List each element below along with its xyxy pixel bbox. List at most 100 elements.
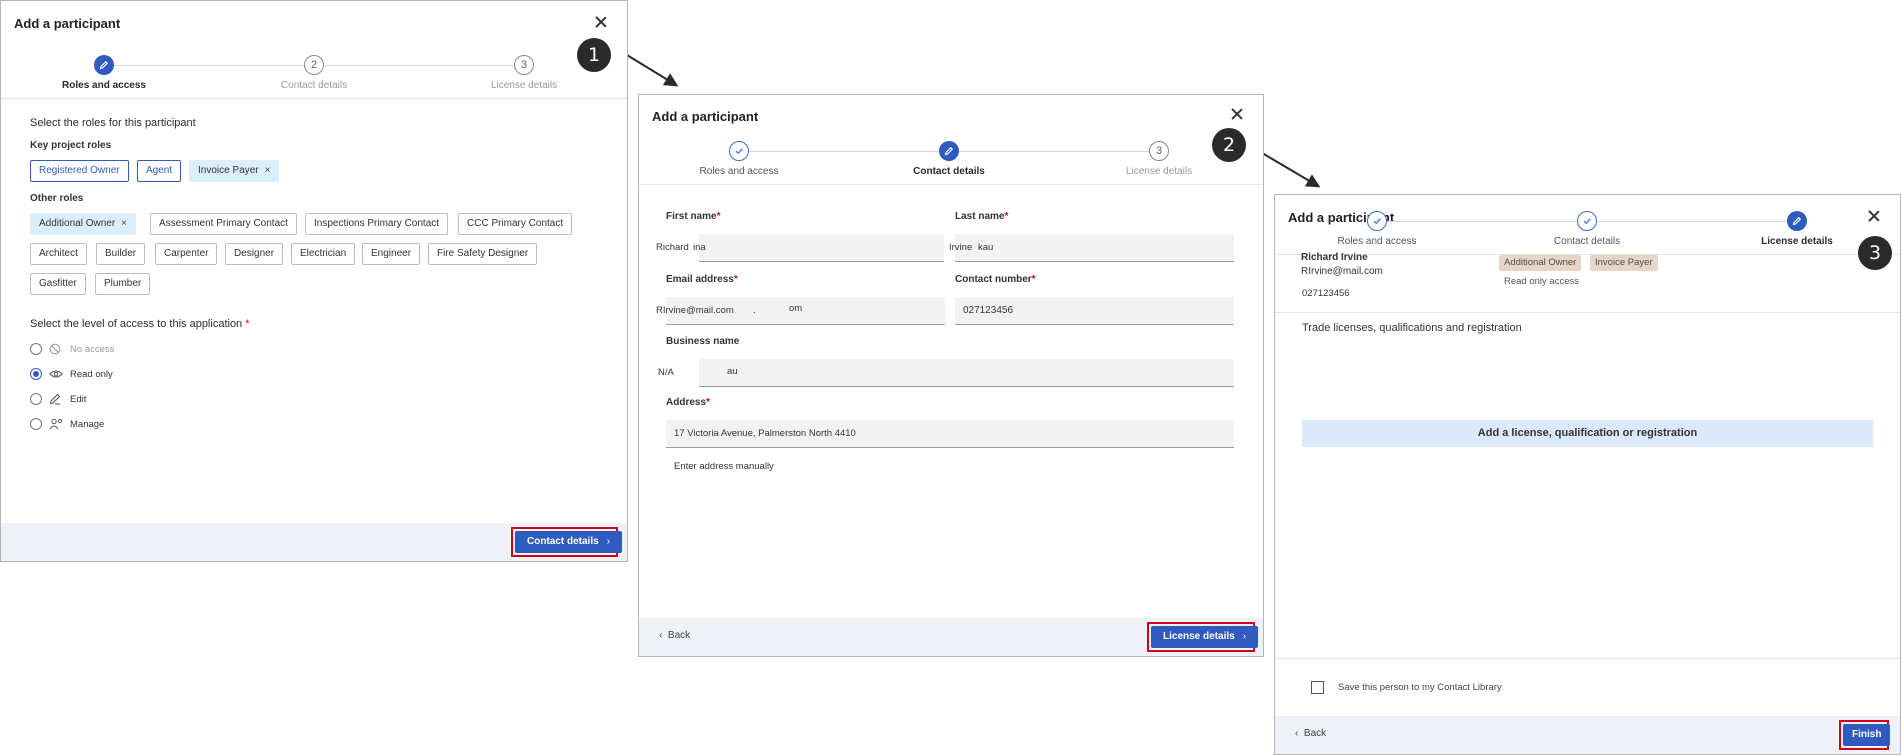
chip-label: Plumber xyxy=(104,278,142,289)
access-prompt-text: Select the level of access to this appli… xyxy=(30,318,243,330)
business-name-field[interactable] xyxy=(699,359,1234,387)
button-label: Contact details xyxy=(527,536,599,547)
radio-button[interactable] xyxy=(30,418,42,430)
dialog-title: Add a participant xyxy=(652,109,759,124)
check-icon xyxy=(729,141,749,161)
role-chip-additional-owner[interactable]: Additional Owner × xyxy=(30,213,136,235)
step-label: Contact details xyxy=(280,80,348,91)
step-license-details[interactable]: 3 License details xyxy=(449,55,599,91)
business-name-overflow-text: au xyxy=(727,366,738,377)
required-mark: * xyxy=(1031,274,1036,285)
chip-label: Invoice Payer xyxy=(198,165,259,176)
access-option-read-only[interactable]: Read only xyxy=(30,366,113,382)
role-chip-electrician[interactable]: Electrician xyxy=(291,243,356,265)
role-chip-carpenter[interactable]: Carpenter xyxy=(155,243,218,265)
role-chip-plumber[interactable]: Plumber xyxy=(95,273,151,295)
contact-details-button[interactable]: Contact details › xyxy=(515,531,623,553)
chip-label: Architect xyxy=(39,248,78,259)
pencil-icon xyxy=(94,55,114,75)
role-chip-engineer[interactable]: Engineer xyxy=(362,243,421,265)
back-button[interactable]: ‹ Back xyxy=(1295,728,1326,739)
access-label: Read only xyxy=(70,368,113,380)
radio-button[interactable] xyxy=(30,393,42,405)
role-chip-assessment-primary-contact[interactable]: Assessment Primary Contact xyxy=(150,213,297,235)
required-mark: * xyxy=(706,397,710,408)
access-option-no-access[interactable]: No access xyxy=(30,341,114,357)
role-chip-ccc-primary-contact[interactable]: CCC Primary Contact xyxy=(458,213,573,235)
business-name-label: Business name xyxy=(666,336,740,347)
label-text: Address xyxy=(666,397,707,408)
chip-label: Inspections Primary Contact xyxy=(314,218,440,229)
step-license-details[interactable]: License details xyxy=(1722,211,1872,247)
role-chip-gasfitter[interactable]: Gasfitter xyxy=(30,273,86,295)
pencil-icon xyxy=(1787,211,1807,231)
check-icon xyxy=(1577,211,1597,231)
step-badge-3: 3 xyxy=(1858,236,1892,270)
chip-label: Gasfitter xyxy=(39,278,77,289)
chevron-right-icon: › xyxy=(1242,631,1247,642)
dialog-contact-details: Add a participant Roles and access Conta… xyxy=(638,94,1264,657)
role-chip-architect[interactable]: Architect xyxy=(30,243,87,265)
dialog-title: Add a participant xyxy=(14,16,121,31)
save-contact-checkbox[interactable] xyxy=(1311,681,1324,694)
dialog-footer: Contact details › xyxy=(1,523,627,561)
chevron-left-icon: ‹ xyxy=(659,630,663,641)
finish-button[interactable]: Finish xyxy=(1843,724,1891,746)
back-button[interactable]: ‹ Back xyxy=(659,630,690,641)
close-icon[interactable] xyxy=(593,14,609,30)
label-text: Email address xyxy=(666,274,734,285)
address-field[interactable]: 17 Victoria Avenue, Palmerston North 441… xyxy=(666,420,1234,448)
role-tag: Invoice Payer xyxy=(1590,255,1658,271)
role-chip-fire-safety-designer[interactable]: Fire Safety Designer xyxy=(428,243,538,265)
last-name-field[interactable] xyxy=(955,234,1234,262)
role-chip-registered-owner[interactable]: Registered Owner xyxy=(30,160,129,182)
step-badge-1: 1 xyxy=(577,38,611,72)
step-roles-and-access[interactable]: Roles and access xyxy=(29,55,179,91)
chip-label: Builder xyxy=(105,248,137,259)
save-contact-label: Save this person to my Contact Library xyxy=(1338,682,1502,693)
key-roles-heading: Key project roles xyxy=(30,140,112,151)
step-number: 3 xyxy=(514,55,534,75)
role-chip-builder[interactable]: Builder xyxy=(96,243,146,265)
remove-icon[interactable]: × xyxy=(121,218,127,229)
role-chip-designer[interactable]: Designer xyxy=(225,243,284,265)
role-chip-inspections-primary-contact[interactable]: Inspections Primary Contact xyxy=(305,213,449,235)
step-label: Roles and access xyxy=(1337,236,1417,247)
last-name-overflow-text: kau xyxy=(978,242,994,253)
access-prompt: Select the level of access to this appli… xyxy=(30,318,250,330)
first-name-field[interactable] xyxy=(699,234,944,262)
contact-number-field[interactable]: 027123456 xyxy=(955,297,1234,325)
radio-button[interactable] xyxy=(30,343,42,355)
step-roles-and-access[interactable]: Roles and access xyxy=(1302,211,1452,247)
enter-address-manually-link[interactable]: Enter address manually xyxy=(674,461,774,472)
access-level: Read only access xyxy=(1504,276,1579,287)
add-license-button[interactable]: Add a license, qualification or registra… xyxy=(1302,420,1873,447)
radio-button[interactable] xyxy=(30,368,42,380)
license-details-button[interactable]: License details › xyxy=(1151,626,1259,648)
step-contact-details[interactable]: 2 Contact details xyxy=(239,55,389,91)
step-number: 2 xyxy=(304,55,324,75)
step-label: License details xyxy=(1125,166,1193,177)
chip-label: Assessment Primary Contact xyxy=(159,218,288,229)
chip-label: Carpenter xyxy=(164,248,209,259)
role-chip-invoice-payer[interactable]: Invoice Payer × xyxy=(189,160,280,182)
access-option-manage[interactable]: Manage xyxy=(30,416,104,432)
other-roles-heading: Other roles xyxy=(30,193,84,204)
business-name-value: N/A xyxy=(658,367,674,378)
close-icon[interactable] xyxy=(1229,106,1245,122)
required-mark: * xyxy=(245,318,250,330)
remove-icon[interactable]: × xyxy=(265,165,271,176)
first-name-value: Richard xyxy=(656,242,689,253)
button-label: Back xyxy=(667,630,691,641)
step-label: Roles and access xyxy=(62,80,146,91)
access-label: Manage xyxy=(70,418,105,430)
last-name-value: Irvine xyxy=(949,242,973,253)
access-option-edit[interactable]: Edit xyxy=(30,391,86,407)
role-chip-agent[interactable]: Agent xyxy=(137,160,182,182)
stepper: Roles and access Contact details 3 Licen… xyxy=(639,139,1263,185)
step-roles-and-access[interactable]: Roles and access xyxy=(664,141,814,177)
step-contact-details[interactable]: Contact details xyxy=(1512,211,1662,247)
chip-label: Agent xyxy=(146,165,173,176)
step-contact-details[interactable]: Contact details xyxy=(874,141,1024,177)
participant-phone: 027123456 xyxy=(1302,288,1350,299)
